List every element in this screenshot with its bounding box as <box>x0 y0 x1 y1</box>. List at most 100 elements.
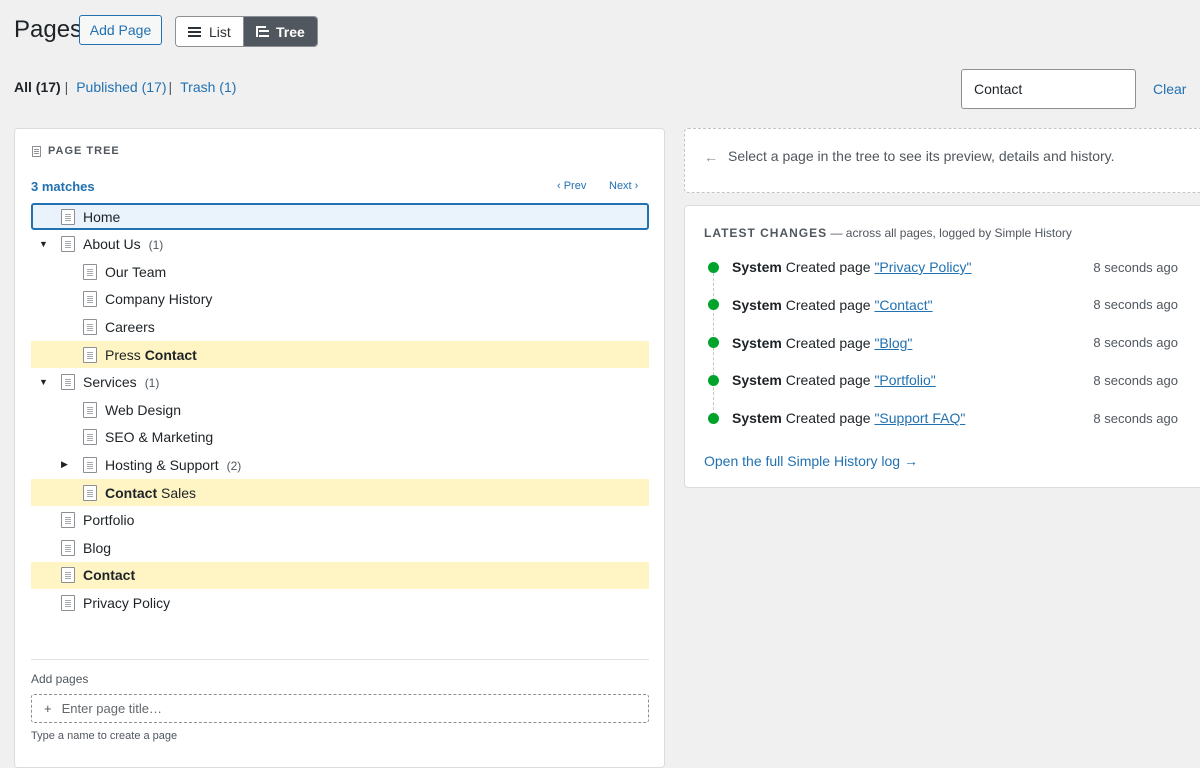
search-match: Contact <box>83 567 136 584</box>
change-action: Created page <box>785 296 871 313</box>
change-user: System <box>732 372 782 389</box>
filter-published[interactable]: Published (17) <box>76 79 166 95</box>
caret-down-icon[interactable]: ▼ <box>39 377 49 387</box>
filter-trash[interactable]: Trash (1) <box>180 79 236 95</box>
tree-row[interactable]: Home <box>31 203 649 230</box>
change-action: Created page <box>785 410 871 427</box>
clear-search-link[interactable]: Clear <box>1153 81 1186 97</box>
change-page-link[interactable]: "Support FAQ" <box>874 410 965 426</box>
page-icon <box>83 318 97 335</box>
change-action: Created page <box>785 372 871 389</box>
page-icon <box>61 512 75 529</box>
page-icon <box>83 429 97 446</box>
plus-icon: + <box>44 701 52 716</box>
page-tree-icon <box>32 145 41 157</box>
tree-row-label: Home <box>83 209 120 225</box>
page-tree-panel: PAGE TREE 3 matches ‹ Prev Next › Home ▼ A… <box>14 128 665 768</box>
page-name: Privacy Policy <box>83 594 171 611</box>
change-item: System Created page "Contact" 8 seconds a… <box>704 295 1178 315</box>
tree-row[interactable]: ▼ Services (1) <box>31 369 649 396</box>
page-name: Careers <box>105 318 155 335</box>
page-name: Our Team <box>105 263 167 280</box>
change-item: System Created page "Support FAQ" 8 secon… <box>704 408 1178 428</box>
tree-row[interactable]: Web Design <box>31 396 649 423</box>
change-item: System Created page "Blog" 8 seconds ago <box>704 333 1178 353</box>
tree-row[interactable]: SEO & Marketing <box>31 424 649 451</box>
change-action: Created page <box>785 259 871 275</box>
change-time: 8 seconds ago <box>1093 410 1178 426</box>
tree-row-label: Blog <box>83 540 111 556</box>
tree-row-label: Privacy Policy <box>83 595 170 611</box>
change-user: System <box>732 259 782 275</box>
tree-row-label: Portfolio <box>83 512 134 528</box>
next-match-button[interactable]: Next › <box>609 180 638 192</box>
change-time: 8 seconds ago <box>1093 335 1178 351</box>
add-page-field[interactable]: + Enter page title… <box>31 694 649 723</box>
search-input[interactable] <box>961 69 1136 109</box>
open-history-log-link[interactable]: Open the full Simple History log → <box>704 453 918 469</box>
change-time: 8 seconds ago <box>1093 297 1178 313</box>
page-name-suffix: Sales <box>157 484 197 501</box>
tree-row[interactable]: Company History <box>31 286 649 313</box>
tree-row-label: Careers <box>105 319 155 335</box>
filter-all[interactable]: All (17) <box>14 79 61 95</box>
tree-view-button[interactable]: Tree <box>243 17 317 46</box>
page-title: Pages <box>14 16 83 43</box>
page-icon <box>83 291 97 308</box>
change-action: Created page <box>785 334 871 351</box>
tree-row[interactable]: Contact Sales <box>31 479 649 506</box>
tree-row[interactable]: Privacy Policy <box>31 589 649 616</box>
page-icon <box>83 456 97 473</box>
page-icon <box>61 374 75 391</box>
tree-row[interactable]: Careers <box>31 313 649 340</box>
tree-row-label: Contact <box>83 567 135 583</box>
status-dot <box>708 337 719 349</box>
tree-row-label: Web Design <box>105 402 181 418</box>
change-page-link[interactable]: "Portfolio" <box>874 372 935 388</box>
tree-row[interactable]: Our Team <box>31 258 649 285</box>
page-name: Company History <box>105 291 213 308</box>
tree-row-label: Company History <box>105 291 212 307</box>
tree-row[interactable]: Blog <box>31 534 649 561</box>
change-page-link[interactable]: "Contact" <box>874 297 932 313</box>
change-page-link[interactable]: "Blog" <box>874 335 912 351</box>
tree-row-label: SEO & Marketing <box>105 429 213 445</box>
change-text: System Created page "Contact" <box>732 297 933 313</box>
tree-row[interactable]: Contact <box>31 561 649 589</box>
page-icon <box>83 346 97 363</box>
page-name: About Us <box>83 236 141 253</box>
tree-row[interactable]: Press Contact <box>31 341 649 368</box>
page-name-prefix: Press <box>105 346 145 363</box>
change-page-link[interactable]: "Privacy Policy" <box>874 259 971 275</box>
tree-row[interactable]: ▶ Hosting & Support (2) <box>31 451 649 478</box>
page-icon <box>83 401 97 418</box>
add-page-placeholder: Enter page title… <box>61 701 163 716</box>
page-name: Blog <box>83 539 112 556</box>
tree-row-label: Contact Sales <box>105 485 196 501</box>
page-name: Hosting & Support <box>105 456 219 473</box>
latest-changes-subtitle: — across all pages, logged by Simple His… <box>827 226 1072 240</box>
caret-right-icon[interactable]: ▶ <box>61 459 71 470</box>
search-match: Contact <box>105 484 158 501</box>
add-page-button[interactable]: Add Page <box>79 15 162 45</box>
page-icon <box>61 567 75 584</box>
page-name: Portfolio <box>83 512 135 529</box>
list-view-button[interactable]: List <box>176 17 243 46</box>
tree-icon <box>256 26 268 37</box>
page-tree-title: PAGE TREE <box>48 145 120 157</box>
page-icon <box>83 263 97 280</box>
change-text: System Created page "Privacy Policy" <box>732 259 972 275</box>
caret-down-icon[interactable]: ▼ <box>39 239 49 249</box>
tree-row-label: Hosting & Support (2) <box>105 457 241 473</box>
prev-match-button[interactable]: ‹ Prev <box>557 180 586 192</box>
preview-hint-panel: ← Select a page in the tree to see its p… <box>684 128 1200 193</box>
change-text: System Created page "Support FAQ" <box>732 410 965 426</box>
match-count: 3 matches <box>31 179 95 194</box>
page-name: Web Design <box>105 401 182 418</box>
preview-hint-text: Select a page in the tree to see its pre… <box>728 148 1115 164</box>
change-user: System <box>732 296 782 313</box>
tree-row[interactable]: ▼ About Us (1) <box>31 231 649 258</box>
status-filters: All (17) | Published (17) | Trash (1) <box>14 79 237 95</box>
tree-row[interactable]: Portfolio <box>31 507 649 534</box>
tree-row-label: About Us (1) <box>83 236 163 252</box>
